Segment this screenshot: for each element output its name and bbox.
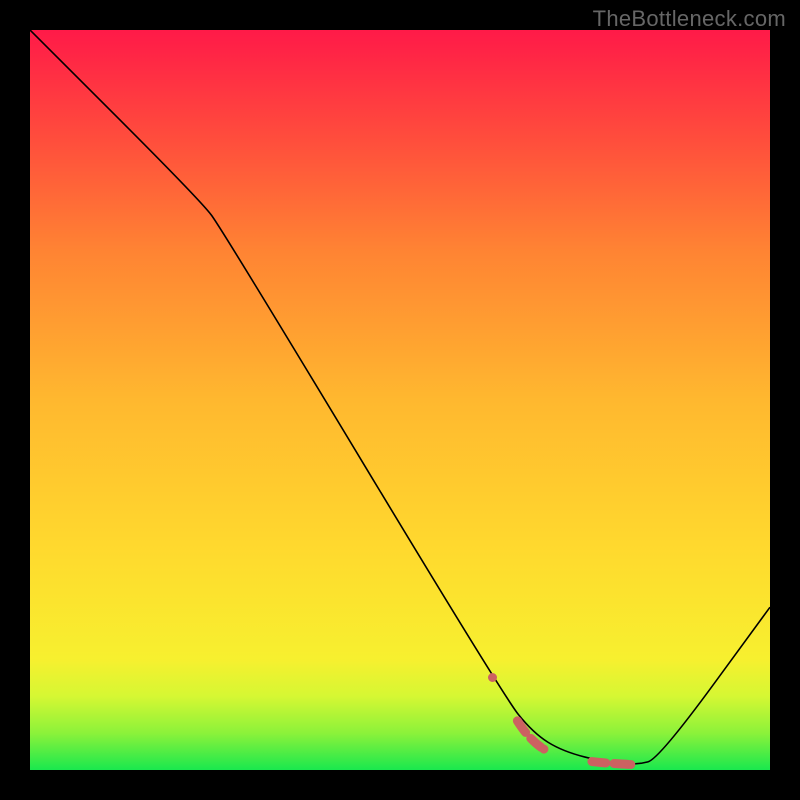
chart-stage: TheBottleneck.com bbox=[0, 0, 800, 800]
watermark-text: TheBottleneck.com bbox=[593, 6, 786, 32]
bottleneck-chart bbox=[30, 30, 770, 770]
